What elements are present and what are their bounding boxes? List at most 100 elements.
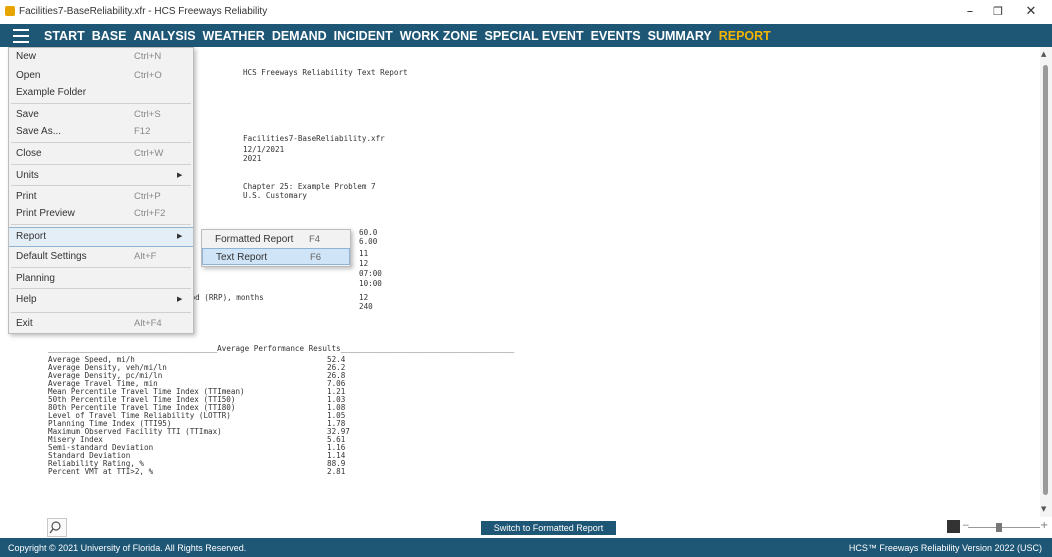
tab-summary[interactable]: SUMMARY (648, 29, 712, 43)
result-label: Percent VMT at TTI>2, % (48, 467, 154, 476)
param-label: iod (RRP), months (186, 293, 264, 302)
tab-start[interactable]: START (44, 29, 85, 43)
menu-item-label: Planning (16, 273, 55, 284)
menu-separator (11, 267, 191, 268)
report-date: 12/1/2021 (243, 145, 285, 154)
menu-item-shortcut: F12 (134, 126, 151, 137)
scroll-up-icon[interactable]: ▲ (1041, 50, 1046, 58)
menu-separator (11, 185, 191, 186)
tab-incident[interactable]: INCIDENT (334, 29, 393, 43)
menu-item-new[interactable]: New Ctrl+N (9, 48, 193, 66)
menu-item-label: Print Preview (16, 208, 75, 219)
zoom-in-icon[interactable]: + (1040, 520, 1048, 531)
zoom-out-icon[interactable]: − (962, 521, 970, 531)
param-value: 07:00 (359, 269, 382, 278)
scroll-down-icon[interactable]: ▼ (1041, 505, 1046, 513)
menu-item-planning[interactable]: Planning (9, 270, 193, 288)
menu-bar: START BASE ANALYSIS WEATHER DEMAND INCIDENT WO… (0, 24, 1052, 47)
menu-item-shortcut: Alt+F (134, 251, 157, 262)
tab-base[interactable]: BASE (92, 29, 127, 43)
version-text: HCS™ Freeways Reliability Version 2022 (… (848, 543, 1042, 553)
menu-item-save-as[interactable]: Save As... F12 (9, 123, 193, 141)
param-value: 12 (359, 293, 369, 302)
close-button[interactable]: ✕ (1018, 3, 1044, 21)
menu-item-print-preview[interactable]: Print Preview Ctrl+F2 (9, 205, 193, 223)
menu-item-save[interactable]: Save Ctrl+S (9, 106, 193, 124)
menu-item-shortcut: Ctrl+O (134, 70, 162, 81)
submenu-item-label: Text Report (216, 252, 268, 263)
tab-weather[interactable]: WEATHER (203, 29, 265, 43)
menu-item-print[interactable]: Print Ctrl+P (9, 188, 193, 206)
title-bar: Facilities7-BaseReliability.xfr - HCS Fr… (0, 0, 1052, 24)
menu-item-label: Save (16, 109, 39, 120)
menu-separator (11, 142, 191, 143)
vertical-scrollbar[interactable]: ▲ ▼ (1040, 47, 1052, 517)
tab-demand[interactable]: DEMAND (272, 29, 327, 43)
menu-item-default-settings[interactable]: Default Settings Alt+F (9, 248, 193, 266)
tab-analysis[interactable]: ANALYSIS (133, 29, 195, 43)
report-description: Chapter 25: Example Problem 7 (243, 182, 376, 191)
menu-item-close[interactable]: Close Ctrl+W (9, 145, 193, 163)
submenu-arrow-icon: ▶ (177, 296, 183, 303)
menu-item-exit[interactable]: Exit Alt+F4 (9, 315, 193, 333)
menu-item-shortcut: Alt+F4 (134, 318, 162, 329)
submenu-item-formatted-report[interactable]: Formatted Report F4 (202, 231, 350, 248)
menu-separator (11, 224, 191, 225)
status-bar: Copyright © 2021 University of Florida. … (0, 538, 1052, 557)
report-year: 2021 (243, 154, 262, 163)
tab-events[interactable]: EVENTS (591, 29, 641, 43)
menu-item-example-folder[interactable]: Example Folder (9, 84, 193, 102)
results-header: Average Performance Results (217, 344, 341, 353)
menu-item-label: Report (16, 231, 47, 242)
menu-item-open[interactable]: Open Ctrl+O (9, 67, 193, 85)
menu-item-units[interactable]: Units ▶ (9, 167, 193, 185)
menu-item-shortcut: Ctrl+N (134, 51, 162, 62)
window-title: Facilities7-BaseReliability.xfr - HCS Fr… (19, 6, 268, 17)
minimize-button[interactable]: – (957, 3, 983, 21)
param-value: 12 (359, 259, 369, 268)
magnifier-icon (49, 521, 61, 534)
menu-item-shortcut: Ctrl+W (134, 148, 164, 159)
submenu-item-shortcut: F4 (309, 234, 321, 245)
tab-special-event[interactable]: SPECIAL EVENT (484, 29, 583, 43)
param-value: 240 (359, 302, 373, 311)
submenu-item-text-report[interactable]: Text Report F6 (202, 248, 350, 265)
menu-item-shortcut: Ctrl+P (134, 191, 161, 202)
zoom-icon[interactable] (947, 520, 960, 533)
menu-item-label: New (16, 51, 37, 62)
menu-item-shortcut: Ctrl+F2 (134, 208, 166, 219)
result-value: 2.81 (327, 467, 346, 476)
hamburger-menu-icon[interactable] (13, 29, 29, 43)
zoom-slider-handle[interactable] (996, 523, 1002, 532)
param-value: 11 (359, 249, 369, 258)
menu-item-label: Open (16, 70, 41, 81)
file-menu: New Ctrl+N Open Ctrl+O Example Folder Save Ctr… (8, 47, 194, 334)
tab-work-zone[interactable]: WORK ZONE (400, 29, 478, 43)
copyright-text: Copyright © 2021 University of Florida. … (8, 543, 247, 553)
menu-item-help[interactable]: Help ▶ (9, 291, 193, 309)
menu-item-label: Close (16, 148, 42, 159)
submenu-item-label: Formatted Report (215, 234, 294, 245)
menu-separator (11, 288, 191, 289)
param-value: 60.0 (359, 228, 378, 237)
report-title: HCS Freeways Reliability Text Report (243, 68, 408, 77)
report-filename: Facilities7-BaseReliability.xfr (243, 134, 385, 143)
menu-separator (11, 312, 191, 313)
menu-item-label: Print (16, 191, 37, 202)
menu-item-label: Help (16, 294, 37, 305)
tab-report[interactable]: REPORT (719, 29, 771, 43)
app-icon (5, 6, 15, 16)
menu-item-label: Units (16, 170, 39, 181)
menu-item-shortcut: Ctrl+S (134, 109, 161, 120)
maximize-button[interactable]: ❐ (985, 3, 1011, 21)
menu-separator (11, 164, 191, 165)
switch-to-formatted-report-button[interactable]: Switch to Formatted Report (481, 521, 616, 535)
menu-item-label: Default Settings (16, 251, 87, 262)
nav-tabs: START BASE ANALYSIS WEATHER DEMAND INCIDENT WO… (44, 24, 778, 47)
zoom-slider[interactable]: − + (962, 520, 1048, 532)
menu-item-label: Example Folder (16, 87, 87, 98)
scroll-thumb[interactable] (1043, 65, 1048, 495)
menu-item-report[interactable]: Report ▶ (9, 227, 193, 247)
search-button[interactable] (47, 518, 67, 537)
param-value: 10:00 (359, 279, 382, 288)
